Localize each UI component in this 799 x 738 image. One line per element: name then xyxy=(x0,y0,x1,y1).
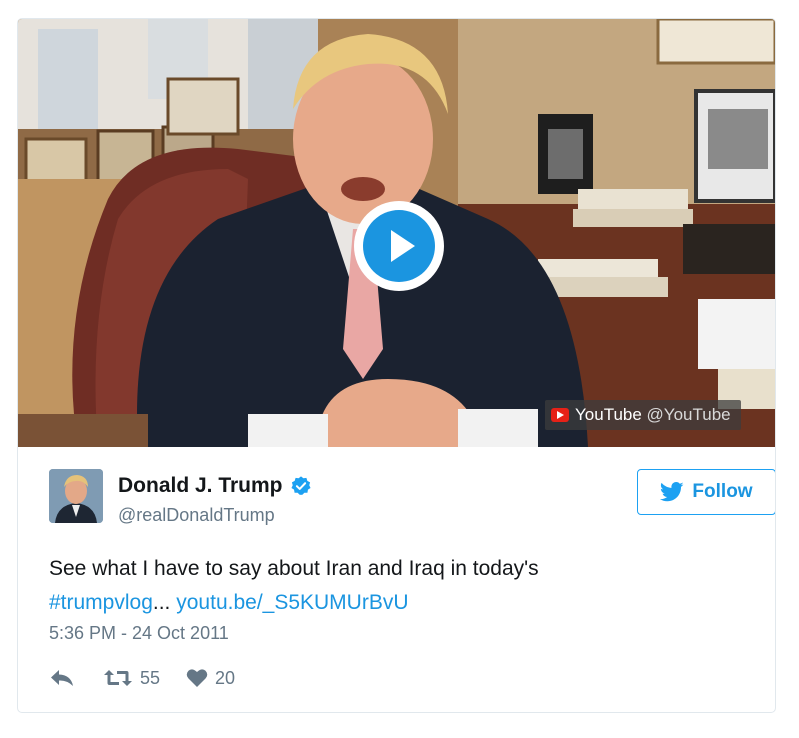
embedded-tweet-card: YouTube @YouTube Donald J. Trump @realDo… xyxy=(17,18,776,713)
youtube-brand-label: YouTube xyxy=(575,405,642,424)
follow-button[interactable]: Follow xyxy=(637,469,775,515)
youtube-logo-icon xyxy=(551,408,569,422)
tweet-text-body: See what I have to say about Iran and Ir… xyxy=(49,557,539,580)
author-name-row: Donald J. Trump xyxy=(118,474,312,498)
youtube-watermark[interactable]: YouTube @YouTube xyxy=(545,400,741,430)
like-count: 20 xyxy=(215,667,236,688)
avatar[interactable] xyxy=(49,469,103,523)
retweet-button[interactable]: 55 xyxy=(103,668,160,689)
follow-button-label: Follow xyxy=(692,481,753,502)
youtube-watermark-text: YouTube @YouTube xyxy=(575,405,731,425)
tweet-header: Donald J. Trump @realDonaldTrump Follow xyxy=(49,469,775,529)
like-button[interactable]: 20 xyxy=(186,668,235,689)
tweet-text: See what I have to say about Iran and Ir… xyxy=(49,552,759,620)
heart-icon xyxy=(186,669,208,687)
play-button[interactable] xyxy=(354,201,444,291)
retweet-icon xyxy=(104,670,132,686)
youtube-handle-label: @YouTube xyxy=(646,405,731,424)
avatar-image xyxy=(49,469,103,523)
bird-icon xyxy=(660,482,685,502)
url-link[interactable]: youtu.be/_S5KUMUrBvU xyxy=(176,591,408,614)
reply-button[interactable] xyxy=(49,668,75,688)
verified-badge-icon xyxy=(290,476,311,495)
hashtag-link[interactable]: #trumpvlog xyxy=(49,591,153,614)
reply-icon xyxy=(51,670,73,686)
retweet-count: 55 xyxy=(140,667,161,688)
tweet-ellipsis: ... xyxy=(152,591,171,614)
author-handle[interactable]: @realDonaldTrump xyxy=(118,505,275,526)
tweet-actions: 55 20 xyxy=(49,665,235,691)
tweet-timestamp[interactable]: 5:36 PM - 24 Oct 2011 xyxy=(49,623,229,644)
author-name[interactable]: Donald J. Trump xyxy=(118,474,283,498)
play-icon xyxy=(363,210,435,282)
video-preview[interactable]: YouTube @YouTube xyxy=(18,19,775,447)
